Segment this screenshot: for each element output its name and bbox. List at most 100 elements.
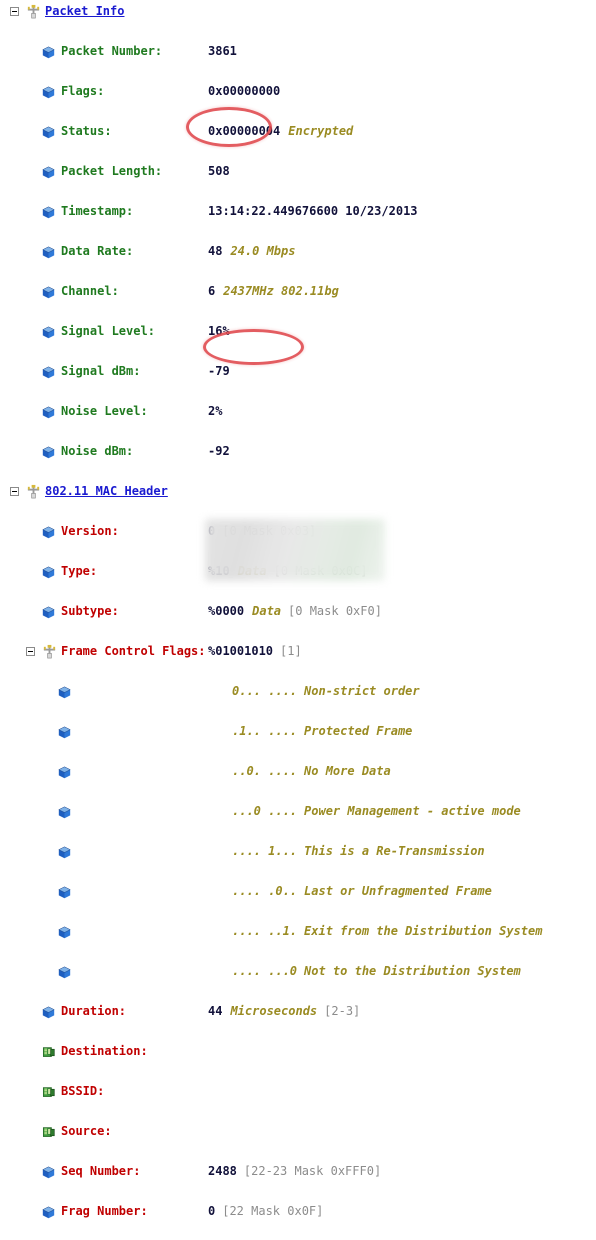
field-label-mac-header: 802.11 MAC Header (45, 484, 168, 498)
value-range-duration: [2-3] (324, 1004, 361, 1018)
bit-pattern-fcf-bit-morefrag: .... .0.. (232, 884, 298, 898)
value-range-seq-number: [22-23 Mask 0xFFF0] (243, 1164, 382, 1178)
tree-row-mac-header[interactable]: 802.11 MAC Header (0, 481, 596, 501)
value-note-data-rate: 24.0 Mbps (230, 244, 296, 258)
field-label-data-rate: Data Rate: (61, 244, 134, 258)
blue-cube-icon (42, 525, 55, 539)
field-value-channel: 6 2437MHz 802.11bg (208, 281, 339, 301)
blue-cube-icon (58, 685, 71, 699)
bit-pattern-fcf-bit-tods: .... ...0 (232, 964, 298, 978)
field-label-packet-info: Packet Info (45, 4, 125, 18)
bit-description-fcf-bit-moredata: No More Data (304, 764, 391, 778)
bit-description-fcf-bit-powermgmt: Power Management - active mode (304, 804, 521, 818)
value-text-signal-dbm: -79 (208, 364, 230, 378)
expander-packet-info[interactable] (10, 7, 19, 16)
tree-row-fcf-bit-powermgmt[interactable]: ...0 .... Power Management - active mode (0, 801, 596, 821)
tree-row-fcf-bit-protected[interactable]: .1.. .... Protected Frame (0, 721, 596, 741)
tree-row-fcf-bit-moredata[interactable]: ..0. .... No More Data (0, 761, 596, 781)
tree-row-seq-number[interactable]: Seq Number: 2488 [22-23 Mask 0xFFF0] (0, 1161, 596, 1181)
bit-detail-fcf-bit-powermgmt: ...0 .... Power Management - active mode (232, 801, 521, 821)
value-range-subtype: [0 Mask 0xF0] (288, 604, 382, 618)
field-label-noise-level: Noise Level: (61, 404, 148, 418)
bit-detail-fcf-bit-protected: .1.. .... Protected Frame (232, 721, 412, 741)
tree-row-data-rate[interactable]: Data Rate: 48 24.0 Mbps (0, 241, 596, 261)
field-label-signal-level: Signal Level: (61, 324, 155, 338)
tree-row-signal-dbm[interactable]: Signal dBm: -79 (0, 361, 596, 381)
tree-row-bssid[interactable]: BSSID: (0, 1081, 596, 1101)
bit-detail-fcf-bit-moredata: ..0. .... No More Data (232, 761, 391, 781)
tree-row-source[interactable]: Source: (0, 1121, 596, 1141)
field-value-status: 0x00000004 Encrypted (208, 121, 353, 141)
field-label-channel: Channel: (61, 284, 119, 298)
field-label-destination: Destination: (61, 1044, 148, 1058)
tree-row-noise-dbm[interactable]: Noise dBm: -92 (0, 441, 596, 461)
field-value-seq-number: 2488 [22-23 Mask 0xFFF0] (208, 1161, 381, 1181)
bit-description-fcf-bit-morefrag: Last or Unfragmented Frame (304, 884, 492, 898)
value-text-frame-control-flags: %01001010 (208, 644, 274, 658)
tree-row-packet-info[interactable]: Packet Info (0, 1, 596, 21)
bit-description-fcf-bit-tods: Not to the Distribution System (304, 964, 521, 978)
value-range-frame-control-flags: [1] (280, 644, 302, 658)
field-value-subtype: %0000 Data [0 Mask 0xF0] (208, 601, 382, 621)
tree-row-packet-length[interactable]: Packet Length: 508 (0, 161, 596, 181)
tree-row-channel[interactable]: Channel: 6 2437MHz 802.11bg (0, 281, 596, 301)
bit-detail-fcf-bit-retry: .... 1... This is a Re-Transmission (232, 841, 485, 861)
tree-row-subtype[interactable]: Subtype: %0000 Data [0 Mask 0xF0] (0, 601, 596, 621)
tree-row-flags[interactable]: Flags: 0x00000000 (0, 81, 596, 101)
tree-row-duration[interactable]: Duration: 44 Microseconds [2-3] (0, 1001, 596, 1021)
bit-detail-fcf-bit-fromds: .... ..1. Exit from the Distribution Syst… (232, 921, 542, 941)
bit-pattern-fcf-bit-order: 0... .... (232, 684, 298, 698)
tree-row-signal-level[interactable]: Signal Level: 16% (0, 321, 596, 341)
field-label-signal-dbm: Signal dBm: (61, 364, 141, 378)
tree-row-packet-number[interactable]: Packet Number: 3861 (0, 41, 596, 61)
blue-cube-icon (42, 445, 55, 459)
tree-row-destination[interactable]: Destination: (0, 1041, 596, 1061)
field-label-flags: Flags: (61, 84, 105, 98)
bit-detail-fcf-bit-tods: .... ...0 Not to the Distribution System (232, 961, 521, 981)
value-range-frag-number: [22 Mask 0x0F] (222, 1204, 324, 1218)
field-label-frag-number: Frag Number: (61, 1204, 148, 1218)
field-value-duration: 44 Microseconds [2-3] (208, 1001, 360, 1021)
packet-decode-tree[interactable]: Packet Info Packet Number: 3861 Flags: 0x000… (0, 0, 596, 1219)
field-label-source: Source: (61, 1124, 112, 1138)
tree-row-timestamp[interactable]: Timestamp: 13:14:22.449676600 10/23/2013 (0, 201, 596, 221)
protocol-antenna-icon (26, 4, 41, 19)
value-note-duration: Microseconds (230, 1004, 318, 1018)
blue-cube-icon (42, 45, 55, 59)
blue-cube-icon (58, 765, 71, 779)
tree-row-fcf-bit-fromds[interactable]: .... ..1. Exit from the Distribution Syst… (0, 921, 596, 941)
blue-cube-icon (58, 725, 71, 739)
value-text-packet-length: 508 (208, 164, 230, 178)
field-label-packet-length: Packet Length: (61, 164, 163, 178)
tree-row-frame-control-flags[interactable]: Frame Control Flags: %01001010 [1] (0, 641, 596, 661)
value-text-seq-number: 2488 (208, 1164, 237, 1178)
field-value-data-rate: 48 24.0 Mbps (208, 241, 295, 261)
blue-cube-icon (58, 925, 71, 939)
bit-pattern-fcf-bit-fromds: .... ..1. (232, 924, 298, 938)
tree-row-fcf-bit-morefrag[interactable]: .... .0.. Last or Unfragmented Frame (0, 881, 596, 901)
field-label-duration: Duration: (61, 1004, 127, 1018)
field-value-flags: 0x00000000 (208, 81, 280, 101)
tree-row-status[interactable]: Status: 0x00000004 Encrypted (0, 121, 596, 141)
field-value-noise-level: 2% (208, 401, 222, 421)
tree-row-noise-level[interactable]: Noise Level: 2% (0, 401, 596, 421)
field-label-frame-control-flags: Frame Control Flags: (61, 644, 206, 658)
protocol-antenna-icon (26, 484, 41, 499)
expander-mac-header[interactable] (10, 487, 19, 496)
blue-cube-icon (42, 405, 55, 419)
tree-row-fcf-bit-tods[interactable]: .... ...0 Not to the Distribution System (0, 961, 596, 981)
field-value-noise-dbm: -92 (208, 441, 230, 461)
field-label-timestamp: Timestamp: (61, 204, 134, 218)
tree-row-fcf-bit-retry[interactable]: .... 1... This is a Re-Transmission (0, 841, 596, 861)
value-text-signal-level: 16% (208, 324, 230, 338)
expander-frame-control-flags[interactable] (26, 647, 35, 656)
green-network-adapter-icon (42, 1125, 56, 1138)
value-text-subtype: %0000 (208, 604, 245, 618)
field-label-noise-dbm: Noise dBm: (61, 444, 134, 458)
blue-cube-icon (42, 85, 55, 99)
tree-row-frag-number[interactable]: Frag Number: 0 [22 Mask 0x0F] (0, 1201, 596, 1221)
blue-cube-icon (42, 1165, 55, 1179)
bit-detail-fcf-bit-order: 0... .... Non-strict order (232, 681, 420, 701)
tree-row-fcf-bit-order[interactable]: 0... .... Non-strict order (0, 681, 596, 701)
blue-cube-icon (58, 805, 71, 819)
